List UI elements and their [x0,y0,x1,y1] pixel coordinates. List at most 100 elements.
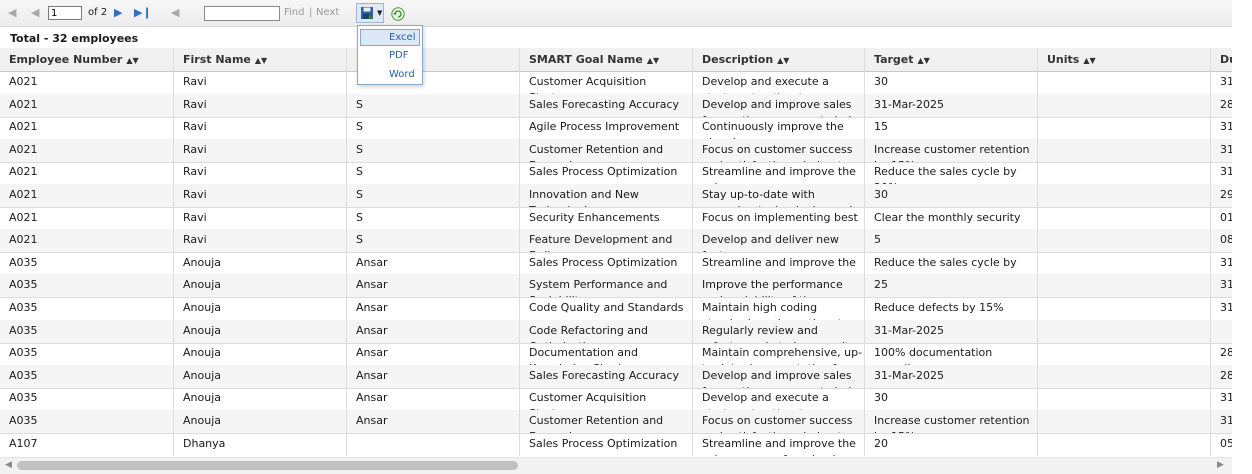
cell-first-name: Anouja [174,320,347,343]
cell-first-name: Ravi [174,184,347,207]
cell-smart-goal-name: System Performance and Scalability [520,274,693,297]
scroll-right-icon[interactable]: ▶ [1217,460,1224,470]
cell-target: Reduce defects by 15% [865,297,1038,320]
refresh-icon[interactable] [391,7,405,21]
export-format-menu: Excel PDF Word [357,25,423,85]
sort-icon[interactable]: ▲▼ [126,56,138,65]
cell-due-date: 31 [1211,116,1232,139]
cell-employee-number: A021 [0,207,174,230]
cell-first-name: Ravi [174,71,347,94]
find-next-link[interactable]: Next [316,7,339,18]
cell-employee-number: A021 [0,229,174,252]
cell-last-name: Ansar [347,274,520,297]
column-header-smart-goal-name[interactable]: SMART Goal Name ▲▼ [520,48,693,71]
cell-target: 5 [865,229,1038,252]
export-menu-item-excel[interactable]: Excel [360,29,420,46]
cell-due-date: 31 [1211,410,1232,433]
cell-description: Develop and improve sales forecasting ac… [693,94,865,117]
cell-target: Reduce the sales cycle by 20% [865,161,1038,184]
cell-smart-goal-name: Agile Process Improvement [520,116,693,139]
cell-units [1038,207,1211,230]
find-text-input[interactable] [204,6,280,21]
cell-target: Reduce the sales cycle by 20% [865,252,1038,275]
column-header-due-date[interactable]: Du [1211,48,1232,71]
cell-description: Maintain high coding standards and pract… [693,297,865,320]
cell-units [1038,252,1211,275]
cell-units [1038,161,1211,184]
cell-units [1038,342,1211,365]
cell-smart-goal-name: Customer Retention and Expansion [520,139,693,162]
find-link[interactable]: Find [284,7,305,18]
column-header-employee-number[interactable]: Employee Number ▲▼ [0,48,174,71]
cell-first-name: Anouja [174,274,347,297]
cell-last-name: S [347,161,520,184]
export-menu-item-word[interactable]: Word [360,66,420,83]
cell-last-name: Ansar [347,410,520,433]
cell-last-name: Ansar [347,342,520,365]
cell-smart-goal-name: Documentation and Knowledge Sharing [520,342,693,365]
sort-icon[interactable]: ▲▼ [255,56,267,65]
cell-employee-number: A035 [0,274,174,297]
column-header-first-name[interactable]: First Name ▲▼ [174,48,347,71]
cell-last-name [347,433,520,456]
export-button[interactable]: ▼ [356,3,384,23]
cell-first-name: Ravi [174,94,347,117]
column-header-description[interactable]: Description ▲▼ [693,48,865,71]
table-row: A035AnoujaAnsarCode Refactoring and Opti… [0,320,1232,344]
horizontal-scrollbar[interactable]: ◀ ▶ [0,457,1232,474]
cell-last-name: S [347,139,520,162]
cell-employee-number: A035 [0,410,174,433]
cell-last-name: S [347,184,520,207]
cell-smart-goal-name: Sales Process Optimization [520,433,693,456]
cell-units [1038,116,1211,139]
cell-employee-number: A035 [0,342,174,365]
export-menu-item-pdf[interactable]: PDF [360,47,420,64]
cell-description: Develop and execute a strategy to attrac… [693,71,865,94]
cell-first-name: Anouja [174,365,347,388]
column-header-units[interactable]: Units ▲▼ [1038,48,1211,71]
cell-due-date: 31 [1211,139,1232,162]
table-row: A035AnoujaAnsarSystem Performance and Sc… [0,274,1232,298]
table-row: A035 Anouja Ansar Sales Forecasting Accurac… [0,365,1232,389]
cell-employee-number: A035 [0,320,174,343]
scrollbar-thumb[interactable] [17,461,518,470]
cell-description: Develop and deliver new features [693,229,865,252]
cell-description: Focus on implementing best security prac… [693,207,865,230]
cell-target: 20 [865,433,1038,456]
table-row: A021Ravi Customer Acquisition StrategyDev… [0,71,1232,95]
first-page-icon[interactable]: ◀​ [8,6,16,20]
cell-description: Streamline and improve the sales process… [693,252,865,275]
page-number-input[interactable] [48,6,82,20]
sort-icon[interactable]: ▲▼ [777,56,789,65]
sort-icon[interactable]: ▲▼ [918,56,930,65]
cell-description: Streamline and improve the sales [693,161,865,184]
table-row: A021 Ravi S Sales Process Optimization Strea… [0,161,1232,185]
column-header-target[interactable]: Target ▲▼ [865,48,1038,71]
cell-target: 15 [865,116,1038,139]
cell-target: 30 [865,184,1038,207]
cell-first-name: Ravi [174,207,347,230]
table-row: A035AnoujaAnsarCustomer Retention and Ex… [0,410,1232,434]
next-page-icon[interactable]: ▶ [114,6,122,20]
cell-units [1038,94,1211,117]
table-row: A035 Anouja Ansar Sales Process Optimizatio… [0,252,1232,276]
cell-employee-number: A021 [0,71,174,94]
back-to-parent-icon[interactable]: ◀​ [171,6,179,20]
cell-smart-goal-name: Customer Acquisition Strategy [520,71,693,94]
scroll-left-icon[interactable]: ◀ [5,460,12,470]
report-toolbar: ◀​ ◀ of 2 ▶ ▶❙ ◀​ Find | Next ▼ [0,0,1232,27]
cell-last-name: Ansar [347,320,520,343]
cell-units [1038,139,1211,162]
cell-description: Maintain comprehensive, up-to-date docum… [693,342,865,365]
cell-first-name: Ravi [174,139,347,162]
cell-due-date: 31 [1211,71,1232,94]
sort-icon[interactable]: ▲▼ [647,56,659,65]
sort-icon[interactable]: ▲▼ [1083,56,1095,65]
chevron-down-icon: ▼ [377,9,383,17]
cell-employee-number: A021 [0,94,174,117]
previous-page-icon[interactable]: ◀ [31,6,39,20]
cell-last-name: S [347,94,520,117]
cell-due-date: 05 [1211,433,1232,456]
last-page-icon[interactable]: ▶❙ [134,6,152,20]
cell-units [1038,320,1211,343]
